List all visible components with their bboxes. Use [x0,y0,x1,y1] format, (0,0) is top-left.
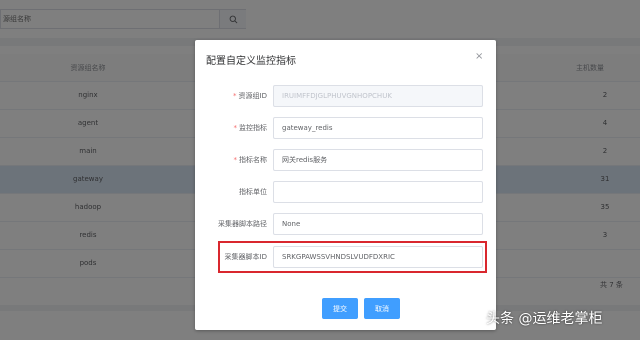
field-label: * 监控指标 [233,124,268,132]
unit-field[interactable] [273,181,483,203]
script-path-field[interactable] [273,213,483,235]
form-row-metric: * 监控指标 [195,117,496,139]
metric-field[interactable] [273,117,483,139]
close-icon[interactable]: × [475,51,483,62]
required-mark: * [233,124,238,132]
config-metric-dialog: 配置自定义监控指标 × *资源组ID *监控指标 *指标名称 指标单位 采集器脚… [195,40,496,330]
watermark: 头条 @运维老掌柜 [486,311,603,327]
field-label: * 指标名称 [233,156,268,164]
field-label: 采集器脚本路径 [218,220,267,228]
required-mark: * [233,92,237,100]
form-row-resource-id: * 资源组ID [195,85,496,107]
field-label: 指标单位 [239,188,267,196]
resource-id-field [273,85,483,107]
field-label: * 资源组ID [233,92,267,100]
submit-button[interactable]: 提交 [322,298,358,319]
form-row-unit: 指标单位 [195,181,496,203]
cancel-button[interactable]: 取消 [364,298,400,319]
required-mark: * [233,156,238,164]
metric-name-field[interactable] [273,149,483,171]
dialog-title: 配置自定义监控指标 [206,56,296,67]
form-row-metric-name: * 指标名称 [195,149,496,171]
form-row-script-path: 采集器脚本路径 [195,213,496,235]
highlight-annotation-box [218,241,487,273]
